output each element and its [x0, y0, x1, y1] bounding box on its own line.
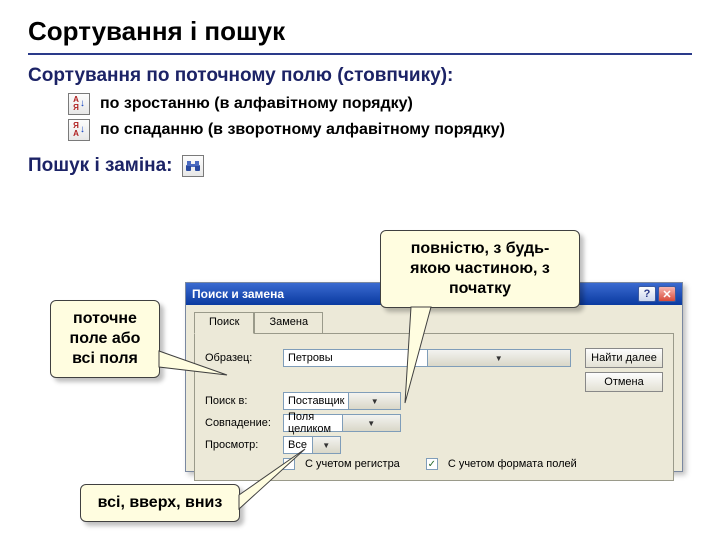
callout-field-text: поточне поле або всі поля — [70, 310, 141, 367]
chevron-down-icon[interactable]: ▼ — [312, 437, 341, 453]
chevron-down-icon[interactable]: ▼ — [348, 393, 400, 409]
case-label: С учетом регистра — [305, 458, 400, 470]
callout-direction-text: всі, вверх, вниз — [98, 494, 223, 511]
direction-value: Все — [284, 439, 312, 451]
search-in-value: Поставщик — [284, 395, 348, 407]
callout-match-text: повністю, з будь-якою частиною, з початк… — [410, 240, 550, 297]
sort-subtitle: Сортування по поточному полю (стовпчику)… — [28, 65, 692, 87]
sort-asc-letter-bot: Я — [73, 104, 79, 112]
match-combo[interactable]: Поля целиком ▼ — [283, 414, 401, 432]
sort-asc-label: по зростанню (в алфавітному порядку) — [100, 95, 413, 113]
match-value: Поля целиком — [284, 411, 342, 435]
label-direction: Просмотр: — [205, 439, 277, 451]
sort-desc-icon[interactable]: Я А ↓ — [68, 119, 90, 141]
label-match: Совпадение: — [205, 417, 277, 429]
sort-asc-icon[interactable]: А Я ↓ — [68, 93, 90, 115]
sort-asc-row: А Я ↓ по зростанню (в алфавітному порядк… — [68, 93, 692, 115]
find-next-button[interactable]: Найти далее — [585, 348, 663, 368]
dialog-title: Поиск и замена — [192, 287, 284, 301]
close-button[interactable]: ✕ — [658, 286, 676, 302]
tab-search[interactable]: Поиск — [194, 312, 254, 334]
page-title: Сортування і пошук — [28, 16, 692, 55]
callout-direction: всі, вверх, вниз — [80, 484, 240, 522]
format-checkbox[interactable]: ✓ — [426, 458, 438, 470]
binoculars-icon[interactable] — [182, 155, 204, 177]
callout-field: поточне поле або всі поля — [50, 300, 160, 378]
sort-desc-letter-bot: А — [73, 130, 79, 138]
sort-desc-label: по спаданню (в зворотному алфавітному по… — [100, 121, 505, 139]
format-label: С учетом формата полей — [448, 458, 577, 470]
search-in-combo[interactable]: Поставщик ▼ — [283, 392, 401, 410]
cancel-button[interactable]: Отмена — [585, 372, 663, 392]
arrow-down-icon: ↓ — [80, 99, 85, 109]
arrow-down-icon: ↓ — [80, 125, 85, 135]
tab-replace[interactable]: Замена — [254, 312, 323, 334]
chevron-down-icon[interactable]: ▼ — [342, 415, 401, 431]
help-button[interactable]: ? — [638, 286, 656, 302]
sort-desc-row: Я А ↓ по спаданню (в зворотному алфавітн… — [68, 119, 692, 141]
direction-combo[interactable]: Все ▼ — [283, 436, 341, 454]
label-search-in: Поиск в: — [205, 395, 277, 407]
search-subtitle: Пошук і заміна: — [28, 155, 172, 177]
callout-match: повністю, з будь-якою частиною, з початк… — [380, 230, 580, 308]
